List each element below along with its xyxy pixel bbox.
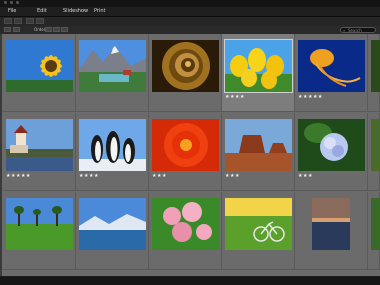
- thumbnail-cell-6[interactable]: [368, 34, 380, 112]
- partial-thumbnail-image[interactable]: [371, 40, 380, 92]
- thumbnail-cell-12[interactable]: [368, 113, 380, 191]
- rating-stars[interactable]: ★★★★★: [298, 94, 323, 100]
- single-view-icon[interactable]: [26, 18, 34, 24]
- rating-stars[interactable]: ★★★★★: [6, 173, 31, 179]
- thumbnail-grid: ★★★★ ★★★★★ ★★★★★ ★★★★ ★★★ ★★★ ★★★: [0, 34, 380, 276]
- thumbnail-cell-16[interactable]: [222, 192, 295, 270]
- menu-file[interactable]: File: [8, 8, 16, 14]
- thumbnail-cell-3[interactable]: [149, 34, 222, 112]
- thumbnail-cell-4[interactable]: ★★★★: [222, 34, 295, 112]
- hydrangea-image[interactable]: [298, 119, 365, 171]
- thumbnail-cell-10[interactable]: ★★★: [222, 113, 295, 191]
- rating-filter-icon[interactable]: [45, 27, 52, 32]
- status-bar: [0, 277, 380, 285]
- pink-blossoms-image[interactable]: [152, 198, 219, 250]
- thumbnail-cell-2[interactable]: [76, 34, 149, 112]
- thumbnail-cell-15[interactable]: [149, 192, 222, 270]
- menu-bar: File Edit Slideshow Print: [0, 7, 380, 17]
- close-window-icon[interactable]: [4, 1, 7, 4]
- winter-lake-image[interactable]: [79, 198, 146, 250]
- title-bar: [0, 0, 380, 7]
- rating-stars[interactable]: ★★★★: [79, 173, 99, 179]
- minimize-window-icon[interactable]: [10, 1, 13, 4]
- menu-edit[interactable]: Edit: [37, 8, 47, 14]
- rating-stars[interactable]: ★★★: [298, 173, 313, 179]
- list-view-icon[interactable]: [14, 18, 22, 24]
- filter-label: Order: [34, 27, 46, 32]
- spiral-shell-image[interactable]: [152, 40, 219, 92]
- lighthouse-image[interactable]: [6, 119, 73, 171]
- sort-icon[interactable]: [13, 27, 20, 32]
- thumbnail-cell-18[interactable]: [368, 192, 380, 270]
- thumbnail-cell-1[interactable]: [3, 34, 76, 112]
- search-input[interactable]: ⌕ Search: [340, 27, 376, 33]
- jellyfish-image[interactable]: [298, 40, 365, 92]
- menu-slideshow[interactable]: Slideshow: [63, 8, 88, 14]
- rating-stars[interactable]: ★★★★: [225, 94, 245, 100]
- red-chrysanthemum-image[interactable]: [152, 119, 219, 171]
- folder-icon[interactable]: [4, 27, 11, 32]
- toolbar: [0, 17, 380, 26]
- penguins-image[interactable]: [79, 119, 146, 171]
- search-placeholder: Search: [348, 28, 362, 33]
- menu-print[interactable]: Print: [94, 8, 106, 14]
- compare-view-icon[interactable]: [36, 18, 44, 24]
- partial-thumbnail-image[interactable]: [371, 119, 380, 171]
- field-trees-image[interactable]: [6, 198, 73, 250]
- thumbnail-cell-5[interactable]: ★★★★★: [295, 34, 368, 112]
- thumbnail-cell-9[interactable]: ★★★: [149, 113, 222, 191]
- partial-thumbnail-image[interactable]: [371, 198, 380, 250]
- flag-filter-icon[interactable]: [53, 27, 60, 32]
- bicycle-field-image[interactable]: [225, 198, 292, 250]
- thumbnail-cell-17[interactable]: [295, 192, 368, 270]
- thumbnail-cell-11[interactable]: ★★★: [295, 113, 368, 191]
- scroll-track[interactable]: [0, 34, 2, 276]
- thumbnail-cell-7[interactable]: ★★★★★: [3, 113, 76, 191]
- rating-stars[interactable]: ★★★: [152, 173, 167, 179]
- edit-filter-icon[interactable]: [61, 27, 68, 32]
- yellow-tulips-image[interactable]: [224, 39, 293, 93]
- desert-mesa-image[interactable]: [225, 119, 292, 171]
- search-icon: ⌕: [343, 28, 346, 33]
- sunflower-image[interactable]: [6, 40, 73, 92]
- mountain-lake-image[interactable]: [79, 40, 146, 92]
- maximize-window-icon[interactable]: [16, 1, 19, 4]
- grid-view-icon[interactable]: [4, 18, 12, 24]
- thumbnail-cell-8[interactable]: ★★★★: [76, 113, 149, 191]
- sunset-sea-image[interactable]: [298, 198, 365, 250]
- thumbnail-cell-13[interactable]: [3, 192, 76, 270]
- rating-stars[interactable]: ★★★: [225, 173, 240, 179]
- thumbnail-cell-14[interactable]: [76, 192, 149, 270]
